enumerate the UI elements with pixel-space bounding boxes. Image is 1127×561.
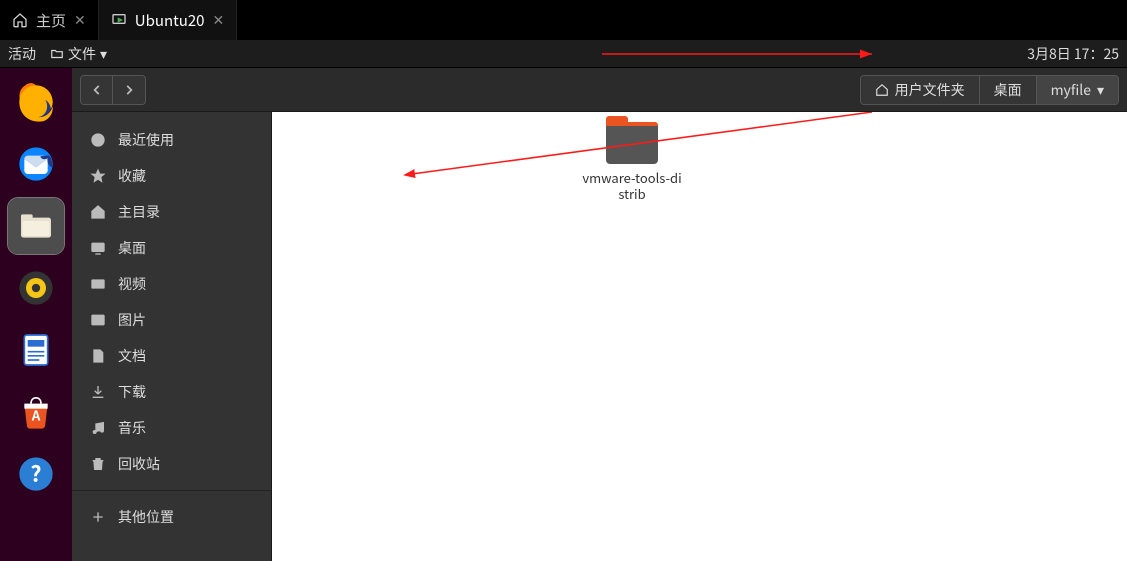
dock-software[interactable]: A: [8, 384, 64, 440]
app-menu-label: 文件: [68, 44, 96, 64]
speaker-icon: [16, 268, 56, 308]
dock: A ?: [0, 68, 72, 561]
file-manager: 用户文件夹 桌面 myfile ▾ 最近使用 收藏: [72, 68, 1127, 561]
sidebar-item-documents[interactable]: 文档: [72, 338, 271, 374]
chevron-left-icon: [90, 83, 104, 97]
dock-thunderbird[interactable]: [8, 136, 64, 192]
sidebar-item-label: 桌面: [118, 238, 146, 258]
document-icon: [90, 348, 106, 364]
crumb-myfile-label: myfile: [1051, 80, 1091, 100]
music-icon: [90, 420, 106, 436]
sidebar-item-home[interactable]: 主目录: [72, 194, 271, 230]
dock-files[interactable]: [8, 198, 64, 254]
files-icon: [16, 206, 56, 246]
crumb-desktop-label: 桌面: [994, 80, 1022, 100]
vm-tab-strip: 主页 ✕ Ubuntu20 ✕: [0, 0, 1127, 40]
svg-text:A: A: [31, 405, 41, 424]
sidebar-item-trash[interactable]: 回收站: [72, 446, 271, 482]
sidebar-item-music[interactable]: 音乐: [72, 410, 271, 446]
sidebar-separator: [72, 490, 271, 491]
document-icon: [16, 330, 56, 370]
star-icon: [90, 168, 106, 184]
trash-icon: [90, 456, 106, 472]
svg-text:?: ?: [30, 458, 41, 489]
close-icon[interactable]: ✕: [74, 10, 86, 30]
image-icon: [90, 312, 106, 328]
thunderbird-icon: [16, 144, 56, 184]
sidebar-item-label: 回收站: [118, 454, 160, 474]
crumb-home[interactable]: 用户文件夹: [861, 76, 980, 104]
help-icon: ?: [16, 454, 56, 494]
folder-vmware-tools[interactable]: vmware-tools-distrib: [582, 122, 682, 201]
sidebar-item-label: 收藏: [118, 166, 146, 186]
folder-label: vmware-tools-distrib: [582, 168, 681, 203]
sidebar-item-label: 音乐: [118, 418, 146, 438]
shopping-bag-icon: A: [16, 392, 56, 432]
dock-rhythmbox[interactable]: [8, 260, 64, 316]
dock-help[interactable]: ?: [8, 446, 64, 502]
sidebar-item-downloads[interactable]: 下载: [72, 374, 271, 410]
fm-content[interactable]: vmware-tools-distrib: [272, 112, 1127, 561]
sidebar-item-label: 下载: [118, 382, 146, 402]
vm-tab-ubuntu[interactable]: Ubuntu20 ✕: [99, 0, 238, 40]
home-icon: [12, 12, 28, 28]
vm-tab-ubuntu-label: Ubuntu20: [135, 10, 205, 31]
firefox-icon: [16, 82, 56, 122]
fm-sidebar: 最近使用 收藏 主目录 桌面 视频: [72, 112, 272, 561]
crumb-home-label: 用户文件夹: [895, 80, 965, 100]
clock[interactable]: 3月8日 17：25: [1027, 44, 1119, 64]
sidebar-item-desktop[interactable]: 桌面: [72, 230, 271, 266]
breadcrumb: 用户文件夹 桌面 myfile ▾: [860, 75, 1119, 105]
sidebar-item-label: 文档: [118, 346, 146, 366]
sidebar-item-starred[interactable]: 收藏: [72, 158, 271, 194]
close-icon[interactable]: ✕: [213, 10, 225, 30]
chevron-right-icon: [122, 83, 136, 97]
nav-forward-button[interactable]: [113, 76, 145, 104]
folder-icon: [606, 122, 658, 164]
dock-writer[interactable]: [8, 322, 64, 378]
home-icon: [875, 83, 889, 97]
chevron-down-icon: ▾: [100, 44, 107, 64]
nav-back-button[interactable]: [81, 76, 113, 104]
sidebar-item-label: 视频: [118, 274, 146, 294]
clock-icon: [90, 132, 106, 148]
sidebar-item-label: 主目录: [118, 202, 160, 222]
activities-button[interactable]: 活动: [8, 44, 36, 64]
sidebar-item-label: 其他位置: [118, 507, 174, 527]
download-icon: [90, 384, 106, 400]
crumb-desktop[interactable]: 桌面: [980, 76, 1037, 104]
plus-icon: [90, 509, 106, 525]
crumb-myfile[interactable]: myfile ▾: [1037, 76, 1118, 104]
sidebar-item-label: 图片: [118, 310, 146, 330]
sidebar-item-videos[interactable]: 视频: [72, 266, 271, 302]
app-menu-files[interactable]: 文件 ▾: [50, 44, 107, 64]
gnome-topbar: 活动 文件 ▾ 3月8日 17：25: [0, 40, 1127, 68]
fm-toolbar: 用户文件夹 桌面 myfile ▾: [72, 68, 1127, 112]
sidebar-item-recent[interactable]: 最近使用: [72, 122, 271, 158]
sidebar-item-label: 最近使用: [118, 130, 174, 150]
home-icon: [90, 204, 106, 220]
vm-screen-icon: [111, 12, 127, 28]
chevron-down-icon: ▾: [1097, 80, 1104, 100]
vm-tab-home-label: 主页: [36, 10, 66, 31]
sidebar-item-pictures[interactable]: 图片: [72, 302, 271, 338]
folder-icon: [50, 47, 64, 61]
desktop-icon: [90, 240, 106, 256]
vm-tab-home[interactable]: 主页 ✕: [0, 0, 99, 40]
sidebar-item-other[interactable]: 其他位置: [72, 499, 271, 535]
dock-firefox[interactable]: [8, 74, 64, 130]
video-icon: [90, 276, 106, 292]
